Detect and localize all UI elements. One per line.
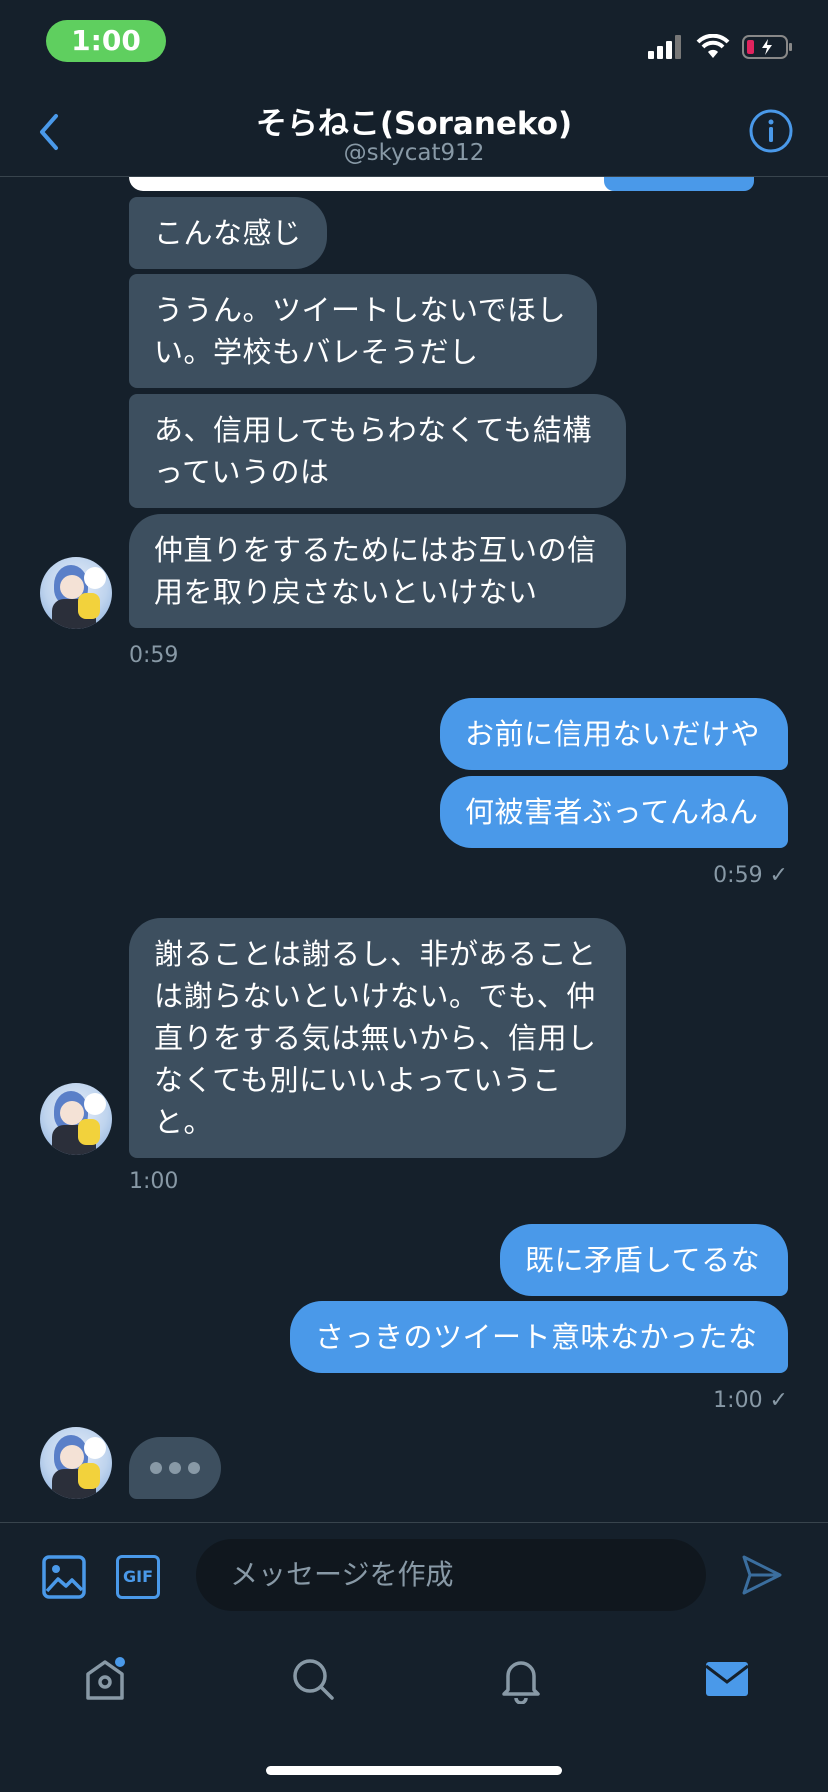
battery-icon <box>742 35 792 59</box>
status-bar: 1:00 <box>0 0 828 88</box>
link-card-button[interactable] <box>604 177 754 191</box>
home-icon <box>86 1657 125 1700</box>
gif-icon: GIF <box>122 1567 153 1586</box>
message-incoming[interactable]: ううん。ツイートしないでほしい。学校もバレそうだし <box>129 274 597 388</box>
tab-search[interactable] <box>288 1654 338 1704</box>
message-incoming[interactable]: あ、信用してもらわなくても結構っていうのは <box>129 394 626 508</box>
message-outgoing[interactable]: 何被害者ぶってんねん <box>440 776 788 848</box>
message-incoming[interactable]: 謝ることは謝るし、非があることは謝らないといけない。でも、仲直りをする気は無いか… <box>129 918 626 1158</box>
typing-dot <box>188 1462 200 1474</box>
search-icon <box>293 1659 334 1700</box>
avatar[interactable] <box>40 557 112 629</box>
send-icon <box>742 1555 782 1595</box>
image-button[interactable] <box>42 1555 86 1603</box>
gif-button[interactable]: GIF <box>116 1555 160 1599</box>
tab-notifications[interactable] <box>496 1654 546 1705</box>
conversation-header: そらねこ(Soraneko) @skycat912 <box>0 88 828 177</box>
message-outgoing[interactable]: さっきのツイート意味なかったな <box>290 1301 788 1373</box>
avatar[interactable] <box>40 1427 112 1499</box>
tab-messages[interactable] <box>702 1654 752 1704</box>
user-handle: @skycat912 <box>343 140 485 166</box>
info-button[interactable] <box>748 108 794 154</box>
status-time: 1:00 <box>46 20 166 62</box>
link-card-preview[interactable] <box>129 177 754 191</box>
message-timestamp-read: 1:00 ✓ <box>713 1388 788 1413</box>
message-outgoing[interactable]: 既に矛盾してるな <box>500 1224 788 1296</box>
message-incoming[interactable]: 仲直りをするためにはお互いの信用を取り戻さないといけない <box>129 514 626 628</box>
page-title: そらねこ(Soraneko) <box>255 106 573 142</box>
wifi-icon <box>696 34 730 58</box>
message-composer: GIF メッセージを作成 <box>0 1522 828 1631</box>
status-icons <box>648 30 794 64</box>
message-input[interactable]: メッセージを作成 <box>196 1539 706 1611</box>
send-button[interactable] <box>740 1553 784 1601</box>
message-incoming[interactable]: こんな感じ <box>129 197 327 269</box>
avatar[interactable] <box>40 1083 112 1155</box>
mail-icon <box>705 1662 749 1696</box>
home-indicator <box>266 1766 562 1775</box>
tab-home[interactable] <box>80 1654 130 1704</box>
message-timestamp: 0:59 <box>129 643 179 668</box>
info-icon <box>749 109 793 153</box>
bell-icon <box>502 1661 540 1705</box>
typing-indicator <box>129 1437 221 1499</box>
typing-dot <box>169 1462 181 1474</box>
message-timestamp-read: 0:59 ✓ <box>713 863 788 888</box>
message-outgoing[interactable]: お前に信用ないだけや <box>440 698 788 770</box>
signal-icon <box>648 35 681 59</box>
typing-dot <box>150 1462 162 1474</box>
message-timestamp: 1:00 <box>129 1169 179 1194</box>
message-list[interactable]: こんな感じ ううん。ツイートしないでほしい。学校もバレそうだし あ、信用してもら… <box>0 177 828 1522</box>
image-icon <box>42 1555 86 1599</box>
